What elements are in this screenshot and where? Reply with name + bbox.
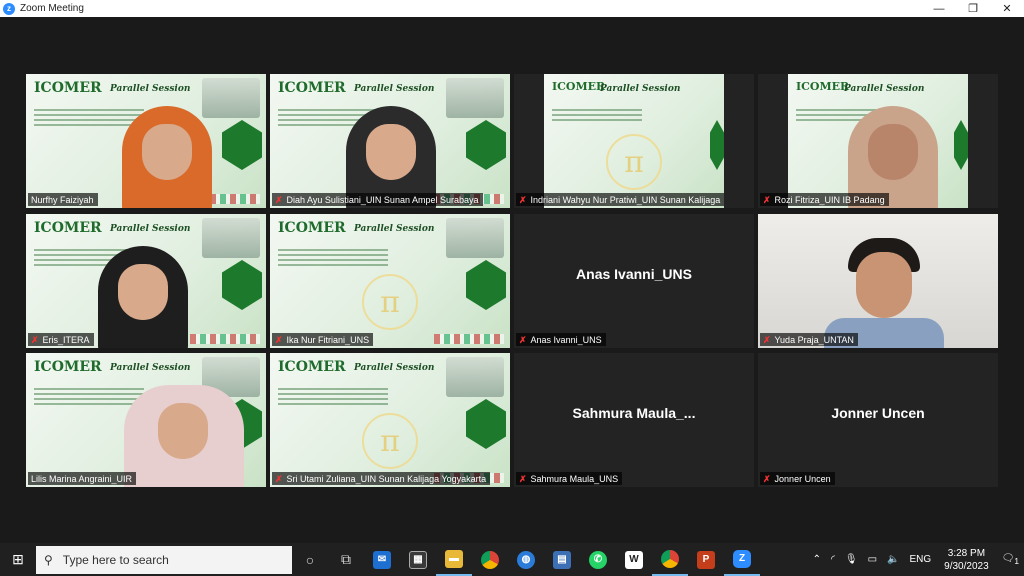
participant-video: [88, 228, 198, 348]
shared-slide: ICOMER Parallel Session π: [270, 353, 510, 487]
shared-slide: ICOMER Parallel Session π: [270, 214, 510, 348]
participant-name: ✗ Rozi Fitriza_UIN IB Padang: [760, 193, 889, 206]
mic-muted-icon: ✗: [519, 194, 527, 205]
close-button[interactable]: ✕: [990, 0, 1024, 17]
window-titlebar: z Zoom Meeting — ❐ ✕: [0, 0, 1024, 17]
windows-start-icon[interactable]: ⊞: [0, 543, 36, 576]
lightbulb-icon: π: [362, 274, 418, 330]
participant-tile[interactable]: Jonner Uncen ✗ Jonner Uncen: [758, 353, 998, 487]
participant-name: ✗ Jonner Uncen: [760, 472, 835, 485]
notification-icon[interactable]: 🗨1: [1002, 553, 1019, 566]
mic-muted-icon: ✗: [763, 473, 771, 484]
participant-name: ✗ Anas Ivanni_UNS: [516, 333, 606, 346]
lightbulb-icon: π: [606, 134, 662, 190]
slide-logo: ICOMER: [34, 80, 102, 96]
participant-name: ✗ Yuda Praja_UNTAN: [760, 333, 858, 346]
mail-icon[interactable]: ✉: [364, 543, 400, 576]
participant-name: ✗ Sri Utami Zuliana_UIN Sunan Kalijaga Yo…: [272, 472, 491, 485]
file-explorer-icon[interactable]: ▬: [436, 543, 472, 576]
mic-muted-icon: ✗: [275, 194, 283, 205]
participant-tile[interactable]: ICOMER Parallel Session ✗ Rozi Fitriza_UI…: [758, 74, 998, 208]
microphone-icon[interactable]: 🎙: [845, 554, 858, 565]
search-placeholder: Type here to search: [62, 552, 169, 567]
chevron-up-icon[interactable]: ⌃: [813, 554, 821, 565]
participant-name: ✗ Ika Nur Fitriani_UNS: [272, 333, 374, 346]
mic-muted-icon: ✗: [763, 194, 771, 205]
task-view-icon[interactable]: ⧉: [328, 543, 364, 576]
slide-logo: ICOMER: [278, 220, 346, 236]
taskbar-search-input[interactable]: ⚲ Type here to search: [36, 545, 292, 574]
mic-muted-icon: ✗: [275, 473, 283, 484]
whatsapp-icon[interactable]: ✆: [580, 543, 616, 576]
participant-name: Lilis Marina Angraini_UIR: [28, 472, 137, 485]
mic-muted-icon: ✗: [519, 334, 527, 345]
window-title: Zoom Meeting: [20, 3, 84, 14]
slide-heading: Parallel Session: [600, 84, 681, 94]
participant-tile[interactable]: ICOMER Parallel Session Lilis Marina Ang…: [26, 353, 266, 487]
clock[interactable]: 3:28 PM 9/30/2023: [944, 547, 989, 573]
participant-video: [838, 88, 948, 208]
participant-tile[interactable]: ICOMER Parallel Session ✗ Eris_ITERA: [26, 214, 266, 348]
mic-muted-icon: ✗: [519, 473, 527, 484]
participant-tile[interactable]: ICOMER Parallel Session ✗ Diah Ayu Sulist…: [270, 74, 510, 208]
slide-logo: ICOMER: [34, 359, 102, 375]
participant-name: ✗ Diah Ayu Sulistiani_UIN Sunan Ampel Sur…: [272, 193, 483, 206]
participant-tile[interactable]: ICOMER Parallel Session π ✗ Ika Nur Fitri…: [270, 214, 510, 348]
store-icon[interactable]: ▦: [400, 543, 436, 576]
notification-count: 1: [1014, 556, 1019, 566]
app-globe-icon[interactable]: ◍: [508, 543, 544, 576]
participant-video: [818, 228, 948, 348]
zoom-logo-icon: z: [3, 2, 15, 15]
chrome-profile-icon[interactable]: [652, 543, 688, 576]
participant-video: [120, 367, 250, 487]
participant-display-name: Jonner Uncen: [831, 405, 925, 421]
search-icon: ⚲: [44, 552, 53, 567]
gallery-view: ICOMER Parallel Session Nurfhy Faiziyah …: [0, 17, 1024, 543]
participant-tile[interactable]: ICOMER Parallel Session π ✗ Indriani Wahy…: [514, 74, 754, 208]
network-app-icon[interactable]: ▤: [544, 543, 580, 576]
volume-icon[interactable]: 🔈: [887, 554, 899, 565]
maximize-button[interactable]: ❐: [956, 0, 990, 17]
participant-tile[interactable]: Sahmura Maula_... ✗ Sahmura Maula_UNS: [514, 353, 754, 487]
zoom-icon[interactable]: Z: [724, 543, 760, 576]
powerpoint-icon[interactable]: P: [688, 543, 724, 576]
chrome-icon[interactable]: [472, 543, 508, 576]
clock-date: 9/30/2023: [944, 560, 989, 572]
minimize-button[interactable]: —: [922, 0, 956, 17]
participant-tile[interactable]: ICOMER Parallel Session Nurfhy Faiziyah: [26, 74, 266, 208]
slide-heading: Parallel Session: [354, 363, 435, 373]
shared-slide: ICOMER Parallel Session π: [544, 74, 724, 208]
participant-name: ✗ Sahmura Maula_UNS: [516, 472, 623, 485]
mic-muted-icon: ✗: [763, 334, 771, 345]
wifi-icon[interactable]: ◜: [831, 554, 835, 565]
slide-heading: Parallel Session: [354, 224, 435, 234]
mic-muted-icon: ✗: [275, 334, 283, 345]
wattpad-icon[interactable]: W: [616, 543, 652, 576]
slide-logo: ICOMER: [552, 80, 606, 93]
system-tray: ⌃ ◜ 🎙 ▭ 🔈 ENG 3:28 PM 9/30/2023 🗨1: [808, 543, 1024, 576]
participant-tile[interactable]: ICOMER Parallel Session π ✗ Sri Utami Zul…: [270, 353, 510, 487]
mic-muted-icon: ✗: [31, 334, 39, 345]
lightbulb-icon: π: [362, 413, 418, 469]
cortana-icon[interactable]: ○: [292, 543, 328, 576]
language-indicator[interactable]: ENG: [909, 554, 931, 565]
battery-icon[interactable]: ▭: [868, 554, 877, 565]
participant-name: Nurfhy Faiziyah: [28, 193, 98, 206]
participant-video: [336, 88, 446, 208]
participant-tile[interactable]: Anas Ivanni_UNS ✗ Anas Ivanni_UNS: [514, 214, 754, 348]
clock-time: 3:28 PM: [947, 547, 986, 559]
participant-display-name: Anas Ivanni_UNS: [576, 266, 692, 282]
participant-tile[interactable]: ✗ Yuda Praja_UNTAN: [758, 214, 998, 348]
participant-name: ✗ Indriani Wahyu Nur Pratiwi_UIN Sunan Ka…: [516, 193, 725, 206]
windows-taskbar: ⊞ ⚲ Type here to search ○ ⧉ ✉ ▦ ▬ ◍ ▤ ✆ …: [0, 543, 1024, 576]
participant-video: [112, 88, 222, 208]
participant-name: ✗ Eris_ITERA: [28, 333, 94, 346]
slide-logo: ICOMER: [278, 359, 346, 375]
participant-display-name: Sahmura Maula_...: [572, 405, 696, 421]
